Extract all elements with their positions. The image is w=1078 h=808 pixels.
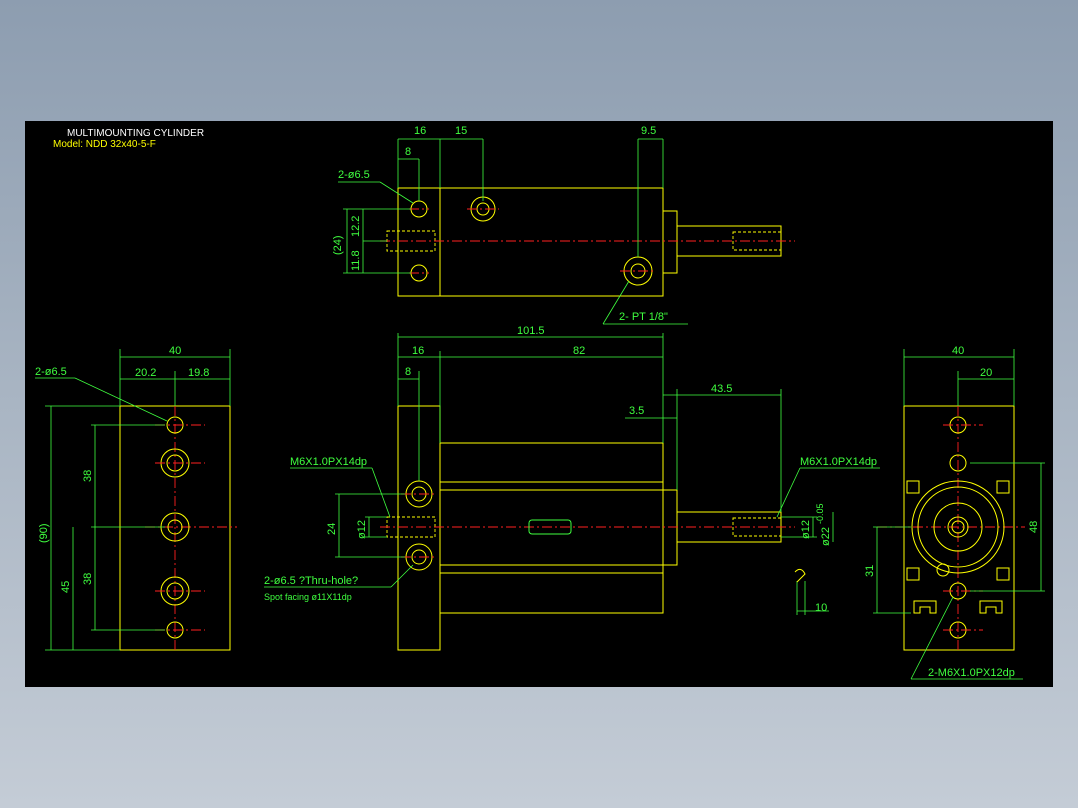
front-holes-callout: 2-ø6.5 ?Thru-hole? bbox=[264, 575, 358, 587]
technical-drawing: MULTIMOUNTING CYLINDER Model: NDD 32x40-… bbox=[35, 125, 1045, 680]
top-port-callout: 2- PT 1/8" bbox=[619, 311, 668, 323]
dim-16-top: 16 bbox=[414, 125, 426, 137]
dim-phi12-left: ø12 bbox=[356, 520, 368, 539]
right-t-slot-right bbox=[979, 600, 1003, 614]
dim-43-5: 43.5 bbox=[711, 383, 732, 395]
front-thread-left-callout: M6X1.0PX14dp bbox=[290, 456, 367, 468]
model-label: Model: NDD 32x40-5-F bbox=[53, 139, 156, 150]
left-view: 40 20.2 19.8 (90) 45 38 38 2-ø6.5 bbox=[35, 345, 237, 651]
dim-3-5: 3.5 bbox=[629, 405, 644, 417]
front-spot-facing-callout: Spot facing ø11X11dp bbox=[264, 592, 352, 602]
dim-31: 31 bbox=[864, 565, 876, 577]
dim-90-paren: (90) bbox=[38, 523, 50, 543]
left-holes-callout: 2-ø6.5 bbox=[35, 366, 67, 378]
front-body-outline bbox=[439, 442, 664, 614]
dim-19-8: 19.8 bbox=[188, 367, 209, 379]
dim-phi12-right: ø12 bbox=[800, 520, 812, 539]
dim-phi22: ø22 bbox=[820, 527, 832, 546]
top-body-outline bbox=[439, 187, 664, 297]
dim-10: 10 bbox=[815, 602, 827, 614]
top-rod-bushing bbox=[662, 210, 678, 274]
right-thread-callout: 2-M6X1.0PX12dp bbox=[928, 667, 1015, 679]
leader bbox=[74, 377, 168, 422]
dim-8-front: 8 bbox=[405, 366, 411, 378]
dim-16-front: 16 bbox=[412, 345, 424, 357]
front-view: 101.5 16 82 8 43.5 3.5 24 ø12 ø12 ø22 -0… bbox=[264, 325, 880, 651]
dim-40-left: 40 bbox=[169, 345, 181, 357]
top-flange-outline bbox=[397, 187, 441, 297]
dim-12-2: 12.2 bbox=[350, 216, 362, 237]
right-corner-slot bbox=[906, 480, 920, 494]
dim-24-front: 24 bbox=[326, 523, 338, 535]
dim-20-2: 20.2 bbox=[135, 367, 156, 379]
leader bbox=[390, 564, 414, 588]
leader bbox=[379, 181, 414, 204]
leader bbox=[371, 467, 391, 518]
front-rod-bushing bbox=[662, 489, 678, 566]
dim-38-upper: 38 bbox=[82, 470, 94, 482]
dim-11-8: 11.8 bbox=[350, 250, 362, 271]
dim-9-5-top: 9.5 bbox=[641, 125, 656, 137]
dim-82: 82 bbox=[573, 345, 585, 357]
dim-40-right: 40 bbox=[952, 345, 964, 357]
right-corner-slot bbox=[906, 567, 920, 581]
drawing-title: MULTIMOUNTING CYLINDER bbox=[67, 128, 204, 139]
rod-end-detail bbox=[794, 568, 806, 583]
right-corner-slot bbox=[996, 480, 1010, 494]
dim-phi22-tolerance: -0.05 bbox=[815, 503, 825, 524]
dim-24-paren: (24) bbox=[332, 235, 344, 255]
drawing-canvas: MULTIMOUNTING CYLINDER Model: NDD 32x40-… bbox=[25, 121, 1053, 687]
front-thread-right-callout: M6X1.0PX14dp bbox=[800, 456, 877, 468]
leader bbox=[776, 467, 801, 518]
right-corner-slot bbox=[996, 567, 1010, 581]
top-holes-callout: 2-ø6.5 bbox=[338, 169, 370, 181]
dim-45: 45 bbox=[60, 581, 72, 593]
dim-101-5: 101.5 bbox=[517, 325, 545, 337]
dim-8-top: 8 bbox=[405, 146, 411, 158]
dim-48: 48 bbox=[1028, 521, 1040, 533]
dim-38-lower: 38 bbox=[82, 573, 94, 585]
right-t-slot-left bbox=[913, 600, 937, 614]
right-view: 40 20 48 31 2-M6X1.0PX12dp bbox=[864, 345, 1045, 680]
top-view: 16 15 9.5 8 (24) 12.2 11.8 2-ø6.5 2- PT … bbox=[332, 125, 795, 325]
dim-15-top: 15 bbox=[455, 125, 467, 137]
dim-20-right: 20 bbox=[980, 367, 992, 379]
